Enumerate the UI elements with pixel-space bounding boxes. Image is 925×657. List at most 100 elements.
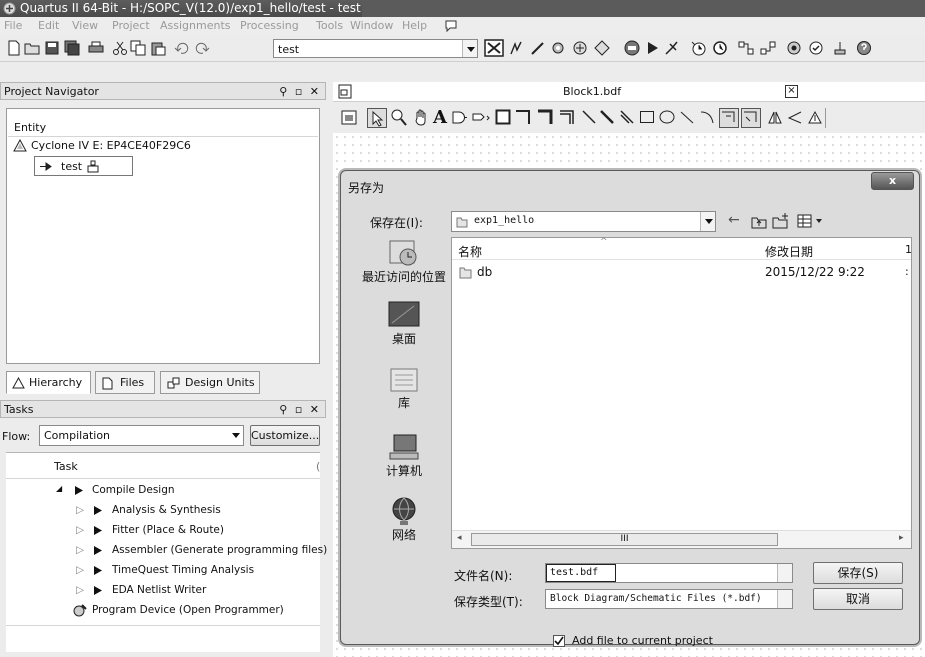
zoom-tool-icon[interactable] [391,109,407,126]
collapsed-arrow-icon[interactable]: ▷ [76,544,84,556]
task-row[interactable]: ▷ EDA Netlist Writer [6,581,320,601]
task-row[interactable]: Program Device (Open Programmer) [6,601,320,621]
rubberbanding-icon[interactable] [741,108,761,128]
tab-block1-bdf[interactable]: Block1.bdf [563,85,621,98]
add-file-checkbox[interactable] [553,635,565,647]
detach-window-icon[interactable] [341,110,357,125]
selection-tool-icon[interactable] [367,108,387,128]
collapsed-arrow-icon[interactable]: ▷ [76,584,84,596]
flow-select[interactable]: Compilation [39,425,244,446]
partial-line-selection-icon[interactable] [719,108,739,128]
open-folder-icon[interactable] [24,40,40,56]
stop-icon[interactable] [624,40,640,56]
menu-file[interactable]: File [4,19,22,32]
place-libraries[interactable]: 库 [358,363,450,410]
menu-processing[interactable]: Processing [240,19,299,32]
horizontal-scrollbar[interactable]: ◂ III ▸ [452,530,911,548]
text-tool-icon[interactable]: A [433,107,447,128]
panel-window-controls[interactable]: ⚲ ▫ ✕ [279,85,321,98]
task-row[interactable]: ◢ Compile Design [6,481,320,501]
flip-vertical-icon[interactable] [787,110,803,125]
tab-files[interactable]: Files [95,371,155,394]
device-label[interactable]: Cyclone IV E: EP4CE40F29C6 [31,139,191,152]
collapsed-arrow-icon[interactable]: ▷ [76,504,84,516]
panel-window-controls[interactable]: ⚲ ▫ ✕ [279,403,321,416]
dialog-close-button[interactable]: x [871,172,914,190]
task-row[interactable]: ▷ Assembler (Generate programming files) [6,541,327,561]
tab-hierarchy[interactable]: Hierarchy [6,371,91,394]
menu-project[interactable]: Project [112,19,150,32]
block-tool-icon[interactable] [495,109,511,125]
copy-icon[interactable] [130,40,146,56]
new-file-icon[interactable] [6,40,22,56]
pin-tool-icon[interactable] [471,110,491,125]
place-computer[interactable]: 计算机 [358,431,450,478]
menu-help[interactable]: Help [402,19,427,32]
orthogonal-conduit-tool-icon[interactable] [559,109,575,125]
cancel-button[interactable]: 取消 [813,588,903,610]
diagonal-node-tool-icon[interactable] [581,109,597,125]
chevron-down-icon[interactable] [462,40,477,57]
collapsed-arrow-icon[interactable]: ▷ [76,564,84,576]
entity-test-item[interactable]: test [34,156,133,176]
back-arrow-icon[interactable]: ← [728,212,740,228]
design-assistant-icon[interactable] [808,40,824,56]
arc-tool-icon[interactable] [699,109,715,125]
analysis-synthesis-icon[interactable] [664,40,680,56]
place-desktop[interactable]: 桌面 [358,299,450,346]
menu-window[interactable]: Window [350,19,393,32]
menu-edit[interactable]: Edit [38,19,59,32]
scroll-right-icon[interactable]: ▸ [899,533,904,543]
new-folder-icon[interactable] [772,212,790,229]
symbol-tool-icon[interactable] [451,110,467,125]
task-row[interactable]: ▷ Analysis & Synthesis [6,501,320,521]
project-combo[interactable]: test [273,39,478,58]
menu-view[interactable]: View [72,19,98,32]
task-row[interactable]: ▷ TimeQuest Timing Analysis [6,561,320,581]
save-in-select[interactable]: exp1_hello [451,211,716,232]
filetype-select[interactable]: Block Diagram/Schematic Files (*.bdf) [545,589,793,609]
print-icon[interactable] [88,40,104,56]
chevron-down-icon[interactable] [777,590,792,608]
save-icon[interactable] [44,40,60,56]
design-partition-icon[interactable] [572,40,588,56]
flip-horizontal-icon[interactable] [767,110,783,125]
chevron-down-icon[interactable] [700,212,715,231]
chip-planner-view-icon[interactable] [786,40,802,56]
timing-analyzer-icon[interactable] [690,40,706,56]
rotate-icon[interactable] [807,110,823,125]
paste-icon[interactable] [150,40,166,56]
rectangle-tool-icon[interactable] [639,109,655,125]
timequest-icon[interactable] [712,40,728,56]
settings-gear-icon[interactable] [550,40,566,56]
file-row[interactable]: db 2015/12/22 9:22 : [453,264,911,282]
scroll-thumb[interactable]: III [471,533,778,546]
expanded-arrow-icon[interactable]: ◢ [56,484,62,493]
chevron-down-icon[interactable] [777,564,792,582]
help-pointer-icon[interactable] [444,19,458,33]
collapsed-arrow-icon[interactable]: ▷ [76,524,84,536]
scroll-left-icon[interactable]: ◂ [457,533,462,543]
orthogonal-bus-tool-icon[interactable] [537,109,553,125]
chevron-down-icon[interactable] [228,426,243,445]
orthogonal-node-tool-icon[interactable] [515,109,531,125]
name-column-header[interactable]: 名称 [458,243,482,260]
filename-input[interactable]: test.bdf [545,563,793,583]
cut-icon[interactable] [112,40,128,56]
view-menu-icon[interactable] [797,214,825,228]
place-network[interactable]: 网络 [358,495,450,542]
technology-map-viewer-icon[interactable] [760,40,776,56]
close-tab-icon[interactable]: × [785,85,798,98]
programmer-icon[interactable] [832,40,848,56]
menu-tools[interactable]: Tools [316,19,343,32]
task-row[interactable]: ▷ Fitter (Place & Route) [6,521,320,541]
line-tool-icon[interactable] [679,109,695,125]
place-recent[interactable]: 最近访问的位置 [358,237,450,284]
menu-assignments[interactable]: Assignments [160,19,231,32]
modified-column-header[interactable]: 修改日期 [765,243,813,260]
start-compilation-icon[interactable] [644,40,660,56]
chip-planner-icon[interactable] [484,39,504,57]
tab-design-units[interactable]: Design Units [160,371,260,394]
oval-tool-icon[interactable] [659,109,675,125]
diagonal-conduit-tool-icon[interactable] [619,109,635,125]
